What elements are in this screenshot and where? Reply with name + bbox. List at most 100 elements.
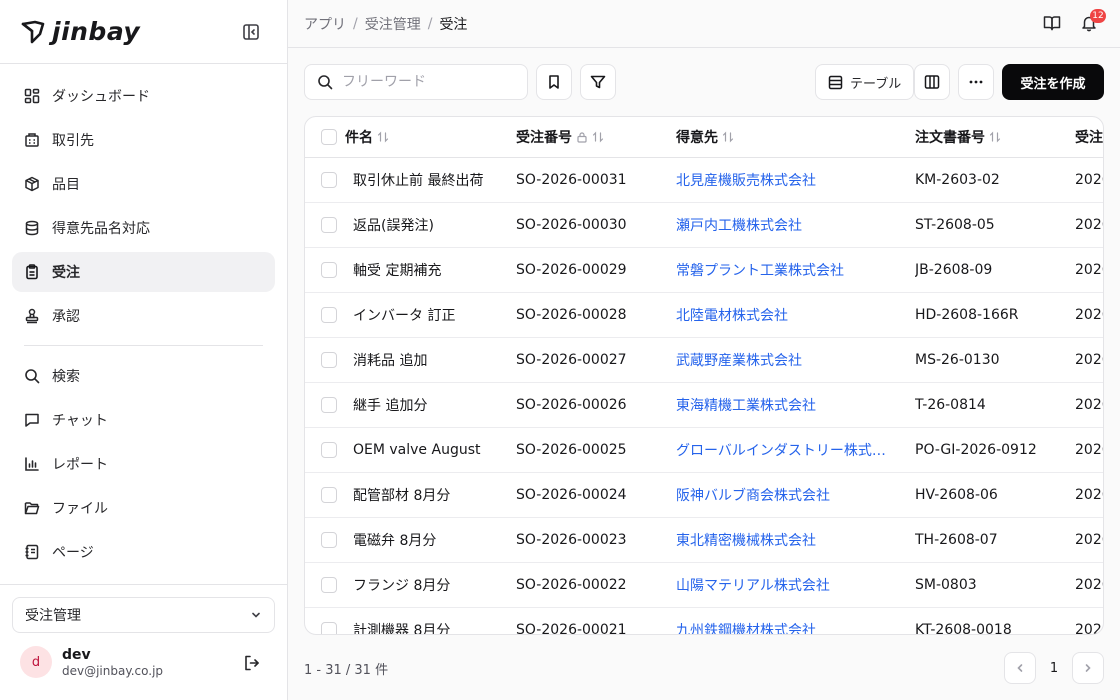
table-row[interactable]: 継手 追加分 SO-2026-00026 東海精機工業株式会社 T-26-081… [305,383,1103,428]
database-icon [25,220,39,236]
row-checkbox[interactable] [321,352,337,368]
cell-customer-link[interactable]: 常磐プラント工業株式会社 [676,248,888,292]
cell-customer-link[interactable]: 東海精機工業株式会社 [676,383,888,427]
table-view-button[interactable]: テーブル [815,64,915,100]
sidebar-item-files[interactable]: ファイル [12,488,275,528]
breadcrumb-order-management[interactable]: 受注管理 [365,14,421,34]
lock-icon [577,132,587,143]
cell-order-no: SO-2026-00021 [516,622,627,635]
sidebar-item-clients[interactable]: 取引先 [12,120,275,160]
cell-order-no: SO-2026-00026 [516,397,627,413]
previous-page-button[interactable] [1004,652,1036,684]
cell-customer-link[interactable]: 山陽マテリアル株式会社 [676,563,888,607]
table-row[interactable]: 計測機器 8月分 SO-2026-00021 九州鉄鋼機材株式会社 KT-260… [305,608,1103,635]
top-header: アプリ / 受注管理 / 受注 12 [288,0,1120,48]
filter-button[interactable] [580,64,616,100]
record-count: 1 - 31 / 31 件 [304,663,389,678]
search-input[interactable] [342,74,512,90]
cell-customer-link[interactable]: グローバルインダストリー株式… [676,428,888,472]
row-select-cell [321,563,337,607]
sidebar-item-approvals[interactable]: 承認 [12,296,275,336]
cell-po-no: ST-2608-05 [915,217,995,233]
saved-views-button[interactable] [536,64,572,100]
book-icon[interactable] [1043,14,1061,32]
sidebar-nav: ダッシュボード 取引先 品目 得意先品名対応 受注 承認 検索 チャット レポー… [0,64,287,572]
cell-customer-link[interactable]: 九州鉄鋼機材株式会社 [676,608,888,634]
table-row[interactable]: 取引休止前 最終出荷 SO-2026-00031 北見産機販売株式会社 KM-2… [305,158,1103,203]
table-row[interactable]: 電磁弁 8月分 SO-2026-00023 東北精密機械株式会社 TH-2608… [305,518,1103,563]
sidebar-item-customer-item-mapping[interactable]: 得意先品名対応 [12,208,275,248]
column-header-label: 件名 [345,130,373,146]
row-checkbox[interactable] [321,487,337,503]
sidebar-item-search[interactable]: 検索 [12,356,275,396]
table-row[interactable]: 配管部材 8月分 SO-2026-00024 阪神バルブ商会株式会社 HV-26… [305,473,1103,518]
sidebar-item-dashboard[interactable]: ダッシュボード [12,76,275,116]
cell-order-no: SO-2026-00029 [516,262,627,278]
row-select-cell [321,338,337,382]
cell-order-date: 2026 [1075,532,1103,548]
row-checkbox[interactable] [321,442,337,458]
sidebar-collapse-icon[interactable] [241,22,261,42]
row-checkbox[interactable] [321,217,337,233]
dashboard-icon [24,88,40,104]
sidebar: jinbay ダッシュボード 取引先 品目 得意先品名対応 受注 承認 検索 チ… [0,0,288,700]
row-checkbox[interactable] [321,622,337,634]
cell-po-no: MS-26-0130 [915,352,1000,368]
orders-table: 件名 受注番号 得意先 注文書番号 受注 取引休止前 最終出荷 SO-2026-… [304,116,1104,635]
brand: jinbay [0,0,287,64]
select-all-checkbox[interactable] [321,129,337,145]
sort-icon [989,131,1001,143]
notebook-icon [25,544,39,560]
cell-customer-link[interactable]: 阪神バルブ商会株式会社 [676,473,888,517]
cell-subject: フランジ 8月分 [353,578,451,594]
row-checkbox[interactable] [321,307,337,323]
column-header-customer[interactable]: 得意先 [676,117,888,157]
sort-icon [377,131,389,143]
cell-order-date: 2026 [1075,262,1103,278]
sidebar-item-chat[interactable]: チャット [12,400,275,440]
sort-icon [592,131,604,143]
columns-button[interactable] [914,64,950,100]
cell-subject: 配管部材 8月分 [353,488,451,504]
row-select-cell [321,293,337,337]
breadcrumb-apps[interactable]: アプリ [304,14,346,34]
more-actions-button[interactable] [958,64,994,100]
row-select-cell [321,608,337,634]
next-page-button[interactable] [1072,652,1104,684]
sidebar-item-orders[interactable]: 受注 [12,252,275,292]
create-order-button[interactable]: 受注を作成 [1002,64,1104,100]
sidebar-item-reports[interactable]: レポート [12,444,275,484]
table-row[interactable]: インバータ 訂正 SO-2026-00028 北陸電材株式会社 HD-2608-… [305,293,1103,338]
chevron-left-icon [1017,664,1023,672]
cell-customer-link[interactable]: 東北精密機械株式会社 [676,518,888,562]
row-checkbox[interactable] [321,262,337,278]
column-header-po-no[interactable]: 注文書番号 [915,117,1001,157]
table-row[interactable]: OEM valve August SO-2026-00025 グローバルインダス… [305,428,1103,473]
row-select-cell [321,428,337,472]
sidebar-item-pages[interactable]: ページ [12,532,275,572]
sidebar-item-label: レポート [52,457,108,473]
column-header-order-date[interactable]: 受注 [1075,117,1103,157]
table-row[interactable]: フランジ 8月分 SO-2026-00022 山陽マテリアル株式会社 SM-08… [305,563,1103,608]
project-select[interactable]: 受注管理 [12,597,275,633]
cell-customer-link[interactable]: 北陸電材株式会社 [676,293,888,337]
table-row[interactable]: 軸受 定期補充 SO-2026-00029 常磐プラント工業株式会社 JB-26… [305,248,1103,293]
row-checkbox[interactable] [321,172,337,188]
notification-badge: 12 [1090,9,1106,23]
row-checkbox[interactable] [321,397,337,413]
cell-customer-link[interactable]: 北見産機販売株式会社 [676,158,888,202]
logout-icon[interactable] [243,654,261,672]
table-row[interactable]: 返品(誤発注) SO-2026-00030 瀬戸内工機株式会社 ST-2608-… [305,203,1103,248]
column-header-order-no[interactable]: 受注番号 [516,117,604,157]
row-checkbox[interactable] [321,532,337,548]
search-box [304,64,528,100]
table-row[interactable]: 消耗品 追加 SO-2026-00027 武蔵野産業株式会社 MS-26-013… [305,338,1103,383]
sidebar-item-label: ページ [52,545,94,561]
row-checkbox[interactable] [321,577,337,593]
column-header-subject[interactable]: 件名 [345,117,389,157]
notification-button[interactable]: 12 [1080,9,1106,32]
cell-customer-link[interactable]: 瀬戸内工機株式会社 [676,203,888,247]
cell-customer-link[interactable]: 武蔵野産業株式会社 [676,338,888,382]
page-number[interactable]: 1 [1038,652,1070,684]
sidebar-item-items[interactable]: 品目 [12,164,275,204]
